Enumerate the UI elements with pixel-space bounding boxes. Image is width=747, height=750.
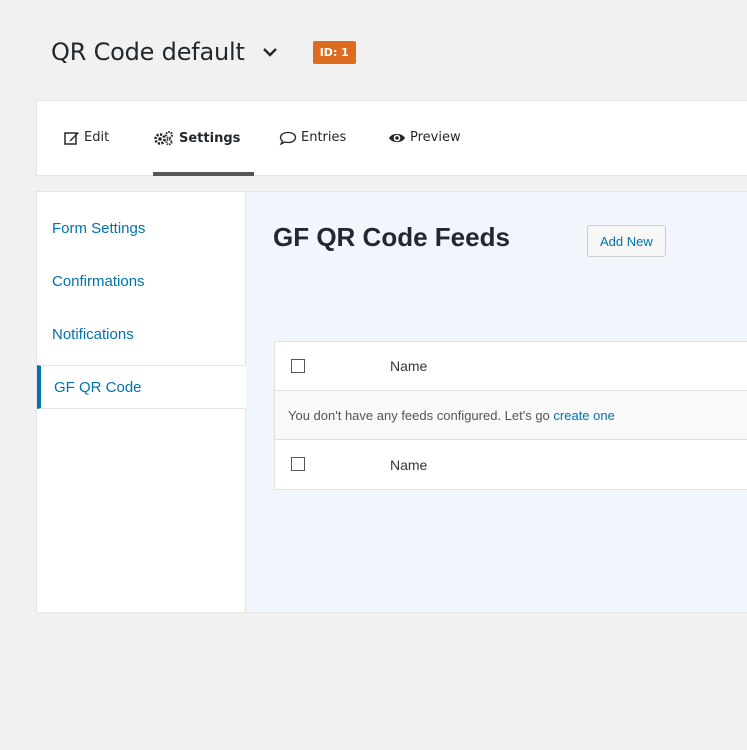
- feeds-table: Name You don't have any feeds configured…: [274, 341, 747, 490]
- chevron-down-icon[interactable]: [259, 41, 281, 63]
- form-id-badge: ID: 1: [312, 40, 356, 64]
- select-all-checkbox-footer[interactable]: [291, 457, 305, 471]
- column-name-header[interactable]: Name: [390, 358, 427, 374]
- page-title-row: QR Code default ID: 1: [51, 38, 356, 66]
- empty-row: You don't have any feeds configured. Let…: [275, 391, 747, 440]
- active-tab-indicator: [153, 172, 254, 176]
- toolbar-edit-label: Edit: [84, 130, 110, 145]
- create-one-link[interactable]: create one: [553, 408, 614, 423]
- toolbar-entries-label: Entries: [301, 130, 347, 145]
- empty-message: You don't have any feeds configured. Let…: [288, 407, 615, 423]
- settings-sidebar: Form Settings Confirmations Notification…: [37, 192, 246, 612]
- toolbar-edit[interactable]: Edit: [64, 130, 109, 145]
- form-title: QR Code default: [51, 38, 245, 66]
- form-toolbar: Edit Settings Entries Preview: [36, 100, 747, 176]
- edit-icon: [64, 131, 80, 145]
- table-header-row: Name: [275, 342, 747, 391]
- sidebar-item-confirmations[interactable]: Confirmations: [37, 273, 246, 290]
- toolbar-settings[interactable]: Settings: [153, 130, 240, 146]
- toolbar-preview-label: Preview: [410, 130, 461, 145]
- sidebar-item-gf-qr-code[interactable]: GF QR Code: [37, 365, 246, 409]
- toolbar-entries[interactable]: Entries: [279, 130, 346, 145]
- settings-panel: Form Settings Confirmations Notification…: [36, 191, 747, 613]
- sidebar-item-notifications[interactable]: Notifications: [37, 326, 246, 343]
- toolbar-preview[interactable]: Preview: [388, 130, 461, 145]
- add-new-button[interactable]: Add New: [587, 225, 666, 257]
- sidebar-item-form-settings[interactable]: Form Settings: [37, 220, 246, 237]
- table-footer-row: Name: [275, 440, 747, 489]
- main-content: GF QR Code Feeds Add New Name You don't …: [246, 192, 747, 612]
- toolbar-settings-label: Settings: [179, 130, 241, 146]
- speech-bubble-icon: [279, 131, 297, 145]
- page-heading: GF QR Code Feeds: [273, 222, 510, 252]
- eye-icon: [388, 131, 406, 145]
- gears-icon: [153, 130, 175, 146]
- select-all-checkbox[interactable]: [291, 359, 305, 373]
- column-name-footer[interactable]: Name: [390, 457, 427, 473]
